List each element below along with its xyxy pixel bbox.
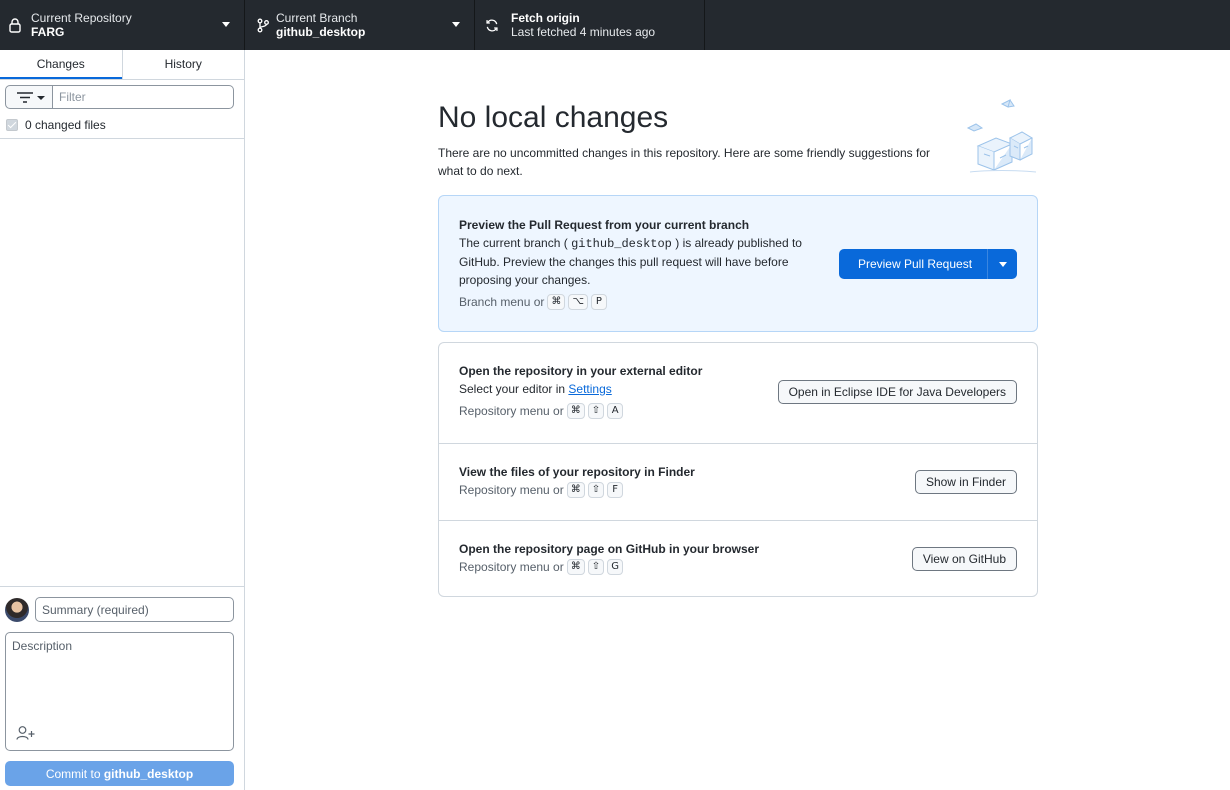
shortcut-hint-text: Repository menu or: [459, 560, 564, 574]
changed-files-header: 0 changed files: [0, 112, 244, 139]
sidebar: Changes History 0 changed files Commit t…: [0, 50, 245, 790]
lock-icon: [8, 17, 22, 33]
kbd-command: ⌘: [547, 294, 566, 310]
kbd-key: G: [607, 559, 624, 575]
branch-name: github_desktop: [276, 25, 366, 39]
shortcut-hint-text: Branch menu or: [459, 295, 545, 309]
sidebar-tabs: Changes History: [0, 50, 244, 80]
shortcut-hint: Repository menu or ⌘ ⇧ F: [459, 481, 695, 499]
preview-pull-request-label: Preview Pull Request: [857, 257, 973, 271]
kbd-option: ⌥: [568, 294, 588, 310]
finder-row: View the files of your repository in Fin…: [439, 443, 1037, 520]
open-in-editor-button[interactable]: Open in Eclipse IDE for Java Developers: [777, 380, 1017, 404]
chevron-down-icon: [998, 261, 1007, 267]
kbd-key: F: [607, 482, 624, 498]
avatar: [5, 598, 29, 622]
kbd-shift: ⇧: [587, 403, 605, 419]
kbd-shift: ⇧: [587, 559, 605, 575]
pull-request-title: Preview the Pull Request from your curre…: [459, 218, 750, 232]
branch-label: Current Branch: [276, 11, 358, 25]
preview-pull-request-dropdown[interactable]: [987, 249, 1017, 279]
description-input[interactable]: [6, 633, 233, 721]
kbd-command: ⌘: [566, 559, 585, 575]
repository-label: Current Repository: [31, 11, 132, 25]
github-title: Open the repository page on GitHub in yo…: [459, 542, 760, 556]
description-box: [5, 632, 234, 751]
shortcut-hint-text: Repository menu or: [459, 483, 564, 497]
main-panel: No local changes There are no uncommitte…: [245, 50, 1230, 790]
fetch-label: Fetch origin: [511, 11, 580, 25]
show-in-finder-button[interactable]: Show in Finder: [914, 470, 1017, 494]
kbd-command: ⌘: [566, 482, 585, 498]
pull-request-description: The current branch ( github_desktop ) is…: [459, 234, 829, 289]
tab-history[interactable]: History: [121, 50, 245, 79]
settings-link[interactable]: Settings: [568, 382, 611, 396]
commit-area: Commit to github_desktop: [0, 586, 244, 790]
no-changes-content: No local changes There are no uncommitte…: [438, 98, 1038, 597]
summary-input[interactable]: [35, 597, 234, 622]
github-row: Open the repository page on GitHub in yo…: [439, 520, 1037, 596]
kbd-command: ⌘: [566, 403, 585, 419]
last-fetched-text: Last fetched 4 minutes ago: [511, 25, 656, 39]
editor-row: Open the repository in your external edi…: [439, 343, 1037, 443]
select-all-checkbox[interactable]: [6, 119, 18, 131]
commit-button-branch: github_desktop: [103, 766, 194, 781]
sync-icon: [485, 17, 499, 33]
pull-request-branch-code: github_desktop: [571, 237, 672, 251]
commit-button[interactable]: Commit to github_desktop: [5, 761, 234, 786]
chevron-down-icon: [222, 22, 230, 27]
filter-options-button[interactable]: [5, 85, 53, 109]
filter-row: [5, 85, 234, 109]
page-title: No local changes: [438, 101, 669, 134]
preview-pull-request-button[interactable]: Preview Pull Request: [839, 249, 1017, 279]
kbd-key: A: [607, 403, 624, 419]
pull-request-card: Preview the Pull Request from your curre…: [438, 195, 1038, 332]
current-repository-button[interactable]: Current Repository FARG: [0, 0, 245, 50]
current-branch-button[interactable]: Current Branch github_desktop: [245, 0, 475, 50]
chevron-down-icon: [37, 96, 45, 100]
shortcut-hint: Repository menu or ⌘ ⇧ A: [459, 402, 702, 420]
pull-request-desc-before: The current branch (: [459, 236, 568, 250]
repository-name: FARG: [31, 25, 65, 39]
chevron-down-icon: [452, 22, 460, 27]
commit-button-prefix: Commit to: [45, 766, 101, 781]
empty-state-illustration-icon: [966, 98, 1038, 174]
actions-card: Open the repository in your external edi…: [438, 342, 1038, 597]
shortcut-hint: Repository menu or ⌘ ⇧ G: [459, 558, 759, 576]
kbd-shift: ⇧: [587, 482, 605, 498]
toolbar: Current Repository FARG Current Branch g…: [0, 0, 1230, 50]
editor-desc-text: Select your editor in: [459, 382, 566, 396]
view-on-github-button[interactable]: View on GitHub: [911, 547, 1017, 571]
add-coauthor-icon[interactable]: [16, 725, 36, 741]
shortcut-hint: Branch menu or ⌘ ⌥ P: [459, 293, 829, 311]
finder-title: View the files of your repository in Fin…: [459, 465, 695, 479]
editor-description: Select your editor in Settings: [459, 380, 702, 398]
git-branch-icon: [256, 17, 270, 33]
changed-files-count: 0 changed files: [25, 118, 106, 132]
editor-title: Open the repository in your external edi…: [459, 364, 703, 378]
fetch-origin-button[interactable]: Fetch origin Last fetched 4 minutes ago: [475, 0, 705, 50]
filter-input[interactable]: [53, 85, 234, 109]
shortcut-hint-text: Repository menu or: [459, 404, 564, 418]
kbd-key: P: [590, 294, 607, 310]
tab-changes[interactable]: Changes: [0, 50, 122, 79]
page-subtitle: There are no uncommitted changes in this…: [438, 146, 931, 178]
filter-icon: [17, 92, 33, 106]
